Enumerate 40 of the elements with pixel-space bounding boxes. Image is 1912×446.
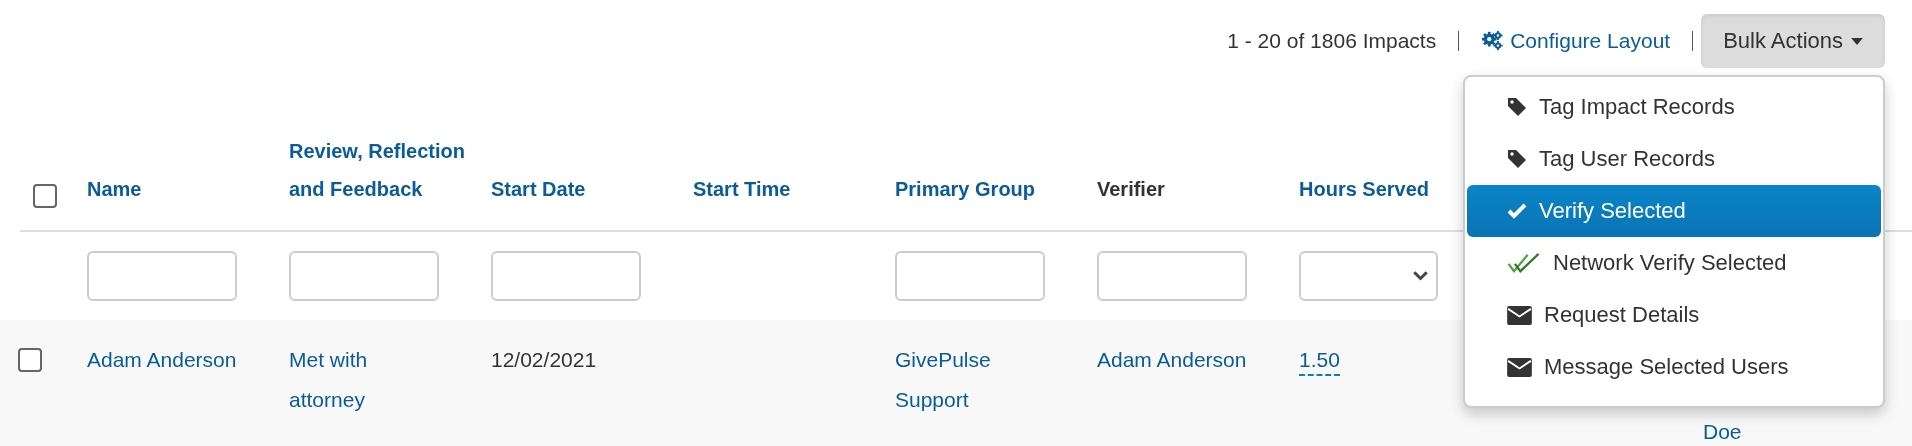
column-header-link[interactable]: Hours Served bbox=[1299, 170, 1430, 208]
filter-field[interactable] bbox=[289, 251, 439, 301]
table-cell-link[interactable]: Doe bbox=[1703, 418, 1853, 446]
column-header-link[interactable]: Name bbox=[87, 170, 142, 208]
row-checkbox[interactable] bbox=[17, 348, 42, 372]
table-cell: 12/02/2021 bbox=[491, 348, 597, 371]
column-header-link[interactable]: Review, Reflection and Feedback bbox=[289, 132, 469, 208]
gears-icon bbox=[1481, 30, 1504, 52]
double-check-icon bbox=[1507, 253, 1541, 273]
record-count: 1 - 20 of 1806 Impacts bbox=[1227, 29, 1437, 53]
column-header-link[interactable]: Start Date bbox=[491, 170, 586, 208]
column-header: Verifier bbox=[1097, 177, 1165, 202]
tag-icon bbox=[1507, 97, 1527, 117]
filter-field[interactable] bbox=[1097, 251, 1247, 301]
chevron-down-icon bbox=[1413, 271, 1428, 281]
note-link[interactable]: Met with attorney bbox=[289, 340, 439, 420]
filter-field[interactable] bbox=[87, 251, 237, 301]
menu-item[interactable]: Verify Selected bbox=[1467, 185, 1881, 237]
filter-field[interactable] bbox=[895, 251, 1045, 301]
person-link[interactable]: Adam Anderson bbox=[1097, 340, 1247, 380]
column-header-link[interactable]: Primary Group bbox=[895, 170, 1036, 208]
menu-item[interactable]: Network Verify Selected bbox=[1467, 237, 1881, 289]
envelope-icon bbox=[1507, 305, 1532, 325]
envelope-icon bbox=[1507, 357, 1532, 377]
group-link[interactable]: GivePulse Support bbox=[895, 340, 1045, 420]
menu-item[interactable]: Message Selected Users bbox=[1467, 341, 1881, 393]
bulk-actions-button[interactable]: Bulk Actions bbox=[1701, 14, 1885, 68]
caret-icon bbox=[1851, 37, 1863, 45]
configure-layout-link[interactable]: Configure Layout bbox=[1481, 29, 1671, 53]
tag-icon bbox=[1507, 149, 1527, 169]
menu-item[interactable]: Tag Impact Records bbox=[1467, 81, 1881, 133]
menu-item[interactable]: Tag User Records bbox=[1467, 133, 1881, 185]
menu-item[interactable]: Request Details bbox=[1467, 289, 1881, 341]
person-link[interactable]: Adam Anderson bbox=[87, 340, 237, 380]
column-header-link[interactable]: Start Time bbox=[693, 170, 791, 208]
filter-dropdown[interactable] bbox=[1299, 251, 1438, 301]
select-all-checkbox[interactable] bbox=[32, 184, 57, 208]
hours-link[interactable]: 1.50 bbox=[1299, 346, 1340, 376]
check-icon bbox=[1507, 203, 1527, 219]
filter-field[interactable] bbox=[491, 251, 641, 301]
